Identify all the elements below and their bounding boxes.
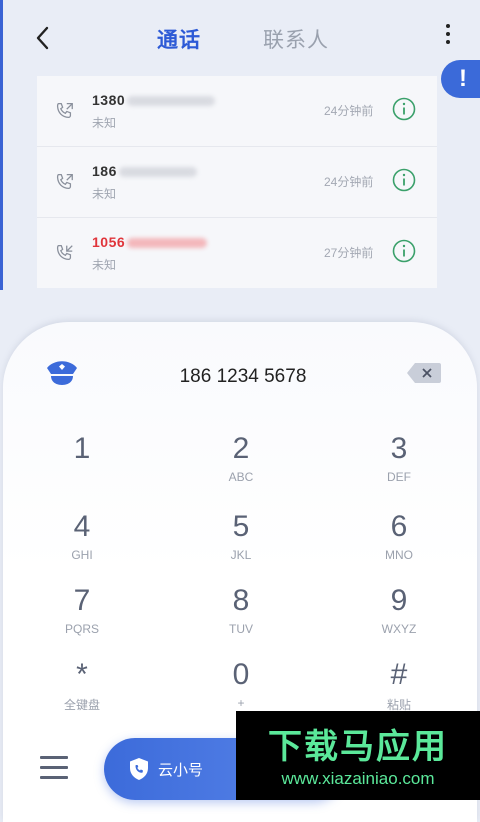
- call-location: 未知: [92, 258, 117, 272]
- dial-key-1[interactable]: 1: [22, 432, 142, 470]
- dial-key-9[interactable]: 9 WXYZ: [339, 584, 459, 636]
- call-log-row[interactable]: 1380 未知 24分钟前: [37, 76, 437, 147]
- dial-key-7[interactable]: 7 PQRS: [22, 584, 142, 636]
- backspace-icon[interactable]: [406, 362, 442, 384]
- call-time: 24分钟前: [324, 104, 374, 118]
- call-location: 未知: [92, 187, 117, 201]
- shield-phone-icon: [130, 758, 148, 780]
- outgoing-call-icon: [56, 174, 73, 190]
- dial-key-6[interactable]: 6 MNO: [339, 510, 459, 562]
- menu-icon[interactable]: [40, 756, 68, 782]
- dial-key-hash[interactable]: # 粘贴: [339, 658, 459, 713]
- top-bar: 通话 联系人: [0, 0, 480, 76]
- call-number: 1056: [92, 234, 208, 250]
- back-arrow-icon[interactable]: [30, 22, 56, 54]
- dial-key-4[interactable]: 4 GHI: [22, 510, 142, 562]
- blurred-digits: [127, 96, 216, 107]
- dialed-number-display: 186 1234 5678: [179, 366, 307, 387]
- more-options-icon[interactable]: [440, 24, 456, 52]
- watermark: 下载马应用 www.xiazainiao.com: [236, 711, 480, 800]
- cloud-number-label: 云小号: [158, 762, 204, 779]
- blurred-digits: [118, 167, 197, 178]
- info-icon[interactable]: [392, 239, 416, 263]
- dial-key-5[interactable]: 5 JKL: [181, 510, 301, 562]
- call-log-list: 1380 未知 24分钟前 186 未知 24分钟前 1056 未知 27分钟前: [37, 76, 437, 288]
- tab-calls[interactable]: 通话: [157, 24, 201, 54]
- call-number: 186: [92, 163, 197, 179]
- dial-key-0[interactable]: 0 +: [181, 658, 301, 710]
- blurred-digits: [127, 238, 208, 249]
- dial-key-star[interactable]: * 全键盘: [22, 658, 142, 713]
- alert-badge[interactable]: !: [441, 60, 480, 98]
- watermark-url: www.xiazainiao.com: [281, 769, 435, 788]
- info-icon[interactable]: [392, 97, 416, 121]
- outgoing-call-icon: [56, 103, 73, 119]
- dial-key-2[interactable]: 2 ABC: [181, 432, 301, 484]
- call-time: 27分钟前: [324, 246, 374, 260]
- dial-key-3[interactable]: 3 DEF: [339, 432, 459, 484]
- dial-key-8[interactable]: 8 TUV: [181, 584, 301, 636]
- call-time: 24分钟前: [324, 175, 374, 189]
- call-log-row[interactable]: 186 未知 24分钟前: [37, 147, 437, 218]
- info-icon[interactable]: [392, 168, 416, 192]
- incoming-call-icon: [56, 245, 73, 261]
- call-log-row[interactable]: 1056 未知 27分钟前: [37, 218, 437, 288]
- tab-contacts[interactable]: 联系人: [263, 24, 329, 54]
- call-number: 1380: [92, 92, 216, 108]
- call-location: 未知: [92, 116, 117, 130]
- watermark-title: 下载马应用: [268, 728, 448, 766]
- police-cap-icon[interactable]: [44, 356, 80, 388]
